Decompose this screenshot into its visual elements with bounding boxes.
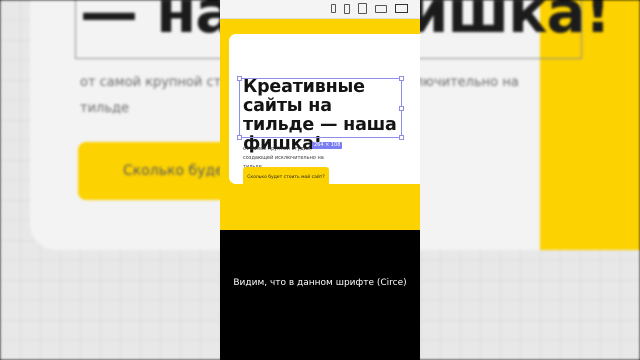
- editor-toolbar: [220, 0, 420, 19]
- video-lower-area: [220, 230, 420, 360]
- device-switcher: [331, 3, 408, 14]
- selection-box[interactable]: [237, 76, 404, 140]
- resize-handle[interactable]: [399, 106, 404, 111]
- phone-small-icon[interactable]: [331, 4, 336, 13]
- tablet-icon[interactable]: [358, 3, 367, 14]
- cta-button[interactable]: Сколько будет стоить мой сайт?: [243, 167, 329, 187]
- phone-icon[interactable]: [344, 3, 350, 14]
- resize-handle[interactable]: [399, 135, 404, 140]
- editor-frame: Креативные сайты на тильде — наша фишка!…: [220, 0, 420, 360]
- resize-handle[interactable]: [399, 76, 404, 81]
- laptop-icon[interactable]: [375, 4, 387, 13]
- video-caption: Видим, что в данном шрифте (Circe): [233, 278, 407, 288]
- resize-handle[interactable]: [237, 76, 242, 81]
- resize-handle[interactable]: [237, 135, 242, 140]
- desktop-icon[interactable]: [395, 4, 408, 13]
